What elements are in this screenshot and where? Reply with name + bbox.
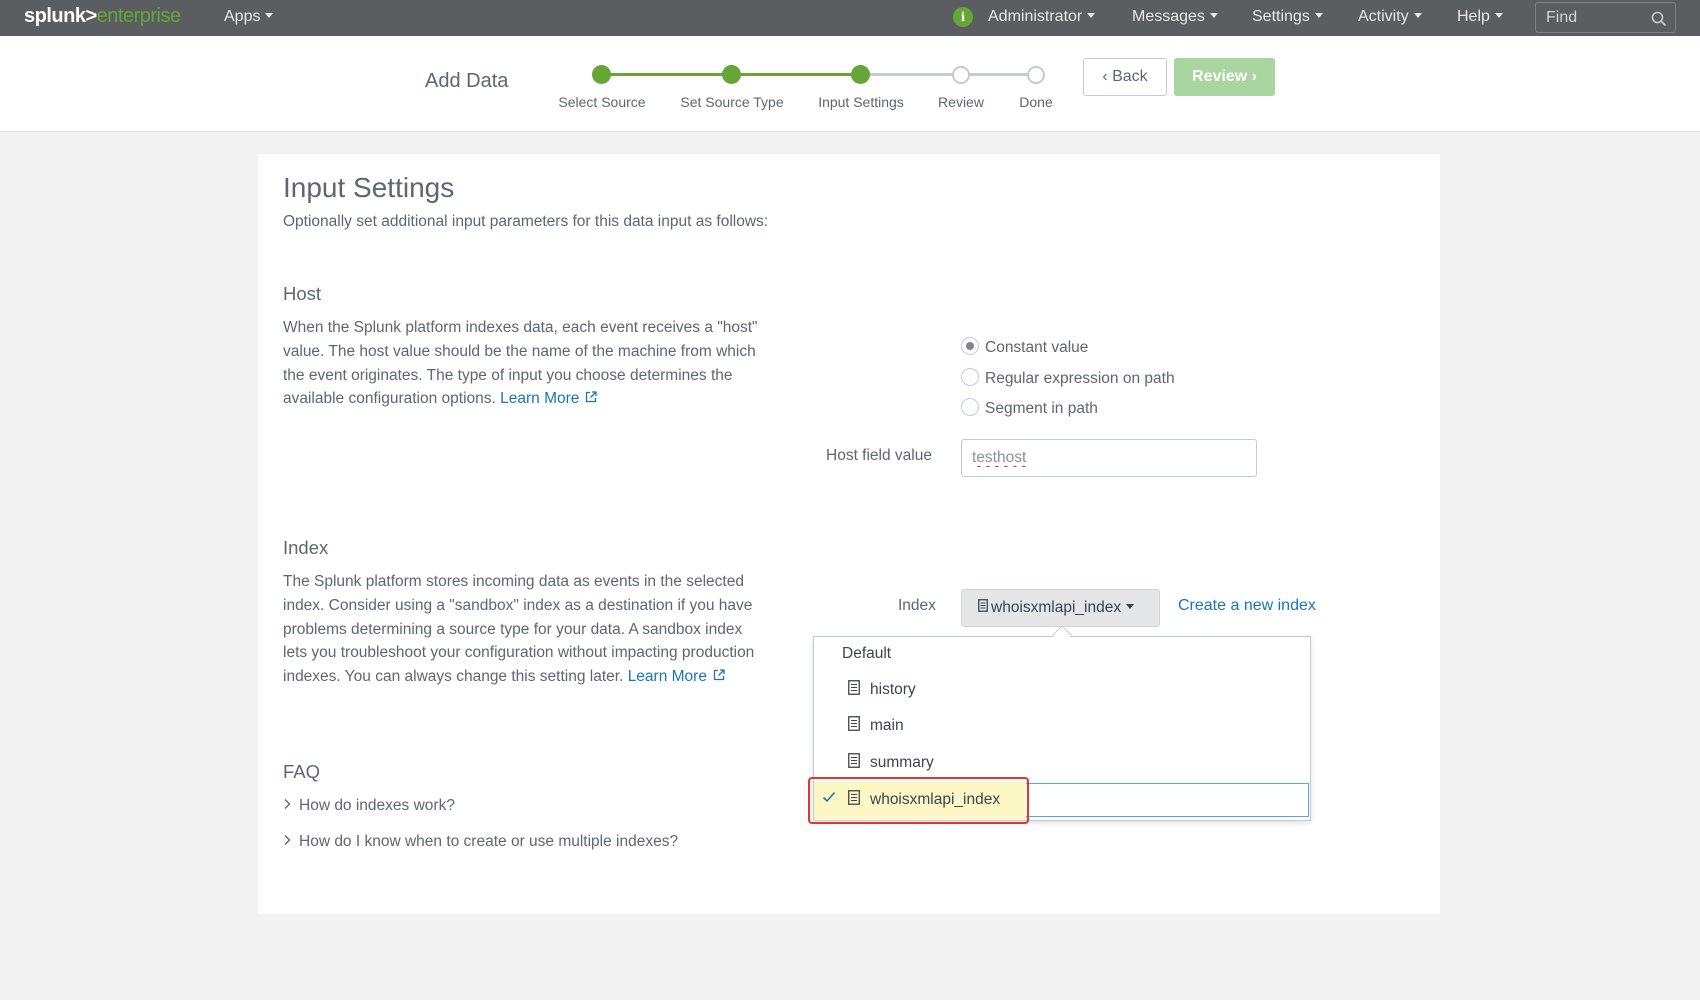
review-button-label: Review xyxy=(1192,68,1248,85)
faq-item-label: How do I know when to create or use mult… xyxy=(299,833,679,850)
activity-menu-label: Activity xyxy=(1358,8,1409,25)
wizard-title: Add Data xyxy=(425,70,509,92)
step-connector xyxy=(961,73,1036,76)
apps-menu-label: Apps xyxy=(224,8,261,25)
create-new-index-link[interactable]: Create a new index xyxy=(1178,597,1316,615)
step-label-set-source-type: Set Source Type xyxy=(680,94,784,110)
help-menu-label: Help xyxy=(1457,8,1490,25)
settings-menu[interactable]: Settings xyxy=(1252,8,1323,26)
chevron-down-icon xyxy=(1209,13,1218,19)
find-input[interactable]: Find xyxy=(1535,2,1676,33)
review-button[interactable]: Review › xyxy=(1174,58,1275,96)
radio-button-selected[interactable] xyxy=(961,337,979,355)
index-select-button[interactable]: whoisxmlapi_index xyxy=(961,589,1160,627)
host-field-input[interactable] xyxy=(961,439,1257,477)
step-dot-set-source-type xyxy=(722,65,741,84)
step-dot-input-settings xyxy=(851,65,870,84)
step-label-input-settings: Input Settings xyxy=(818,94,904,110)
index-icon xyxy=(848,753,860,769)
step-connector xyxy=(602,73,732,76)
step-label-select-source: Select Source xyxy=(558,94,646,110)
annotation-highlight-box xyxy=(808,777,1029,824)
index-learn-more-link[interactable]: Learn More xyxy=(628,668,725,685)
index-heading: Index xyxy=(283,537,329,558)
chevron-right-icon: › xyxy=(1247,68,1257,85)
splunk-logo[interactable]: splunk>enterprise xyxy=(24,5,181,28)
radio-regular-expression[interactable]: Regular expression on path xyxy=(961,368,1175,388)
radio-label: Regular expression on path xyxy=(985,370,1175,388)
step-connector xyxy=(861,73,961,76)
dropdown-item-label: history xyxy=(870,681,916,698)
index-description: The Splunk platform stores incoming data… xyxy=(283,570,763,689)
dropdown-item-history[interactable]: history xyxy=(848,680,916,699)
dropdown-item-label: main xyxy=(870,717,904,734)
dropdown-group-label: Default xyxy=(842,645,892,662)
radio-button[interactable] xyxy=(961,398,979,416)
step-label-review: Review xyxy=(938,94,984,110)
add-data-wizard-header: Add Data Select Source Set Source Type I… xyxy=(0,36,1700,132)
activity-menu[interactable]: Activity xyxy=(1358,8,1422,26)
chevron-down-icon xyxy=(265,13,274,19)
administrator-menu[interactable]: Administrator xyxy=(988,8,1096,26)
messages-menu-label: Messages xyxy=(1132,8,1205,25)
chevron-down-icon xyxy=(1126,604,1135,610)
radio-constant-value[interactable]: Constant value xyxy=(961,337,1089,357)
dropdown-item-main[interactable]: main xyxy=(848,716,904,735)
chevron-down-icon xyxy=(1494,13,1503,19)
chevron-down-icon xyxy=(1413,13,1422,19)
chevron-left-icon: ‹ xyxy=(1102,68,1113,85)
chevron-down-icon xyxy=(1314,13,1323,19)
logo-text-enterprise: enterprise xyxy=(96,5,181,27)
radio-label: Segment in path xyxy=(985,400,1098,418)
step-connector xyxy=(732,73,861,76)
chevron-down-icon xyxy=(1087,13,1096,19)
index-icon xyxy=(978,599,988,613)
chevron-right-icon xyxy=(284,798,291,809)
help-menu[interactable]: Help xyxy=(1457,8,1503,26)
dropdown-item-summary[interactable]: summary xyxy=(848,753,934,772)
host-learn-more-link[interactable]: Learn More xyxy=(500,390,598,408)
dropdown-item-label: summary xyxy=(870,754,934,771)
chevron-right-icon xyxy=(284,834,291,845)
host-description: When the Splunk platform indexes data, e… xyxy=(283,316,763,411)
radio-label: Constant value xyxy=(985,339,1089,357)
search-icon[interactable] xyxy=(1651,11,1667,27)
info-icon[interactable]: i xyxy=(953,7,973,27)
back-button[interactable]: ‹ Back xyxy=(1083,58,1167,96)
faq-heading: FAQ xyxy=(283,761,321,782)
find-placeholder: Find xyxy=(1546,9,1578,26)
page-title: Input Settings xyxy=(283,172,455,203)
step-dot-review xyxy=(952,66,970,84)
host-heading: Host xyxy=(283,283,322,304)
external-link-icon xyxy=(586,391,598,403)
administrator-menu-label: Administrator xyxy=(988,8,1083,25)
faq-item[interactable]: How do I know when to create or use mult… xyxy=(283,833,678,851)
index-icon xyxy=(848,680,860,696)
radio-segment-in-path[interactable]: Segment in path xyxy=(961,398,1098,418)
index-icon xyxy=(848,716,860,732)
page-subtitle: Optionally set additional input paramete… xyxy=(283,213,769,230)
logo-text-splunk: splunk> xyxy=(24,5,97,27)
faq-item-label: How do indexes work? xyxy=(299,797,455,814)
index-field-label: Index xyxy=(898,597,936,614)
index-select-value: whoisxmlapi_index xyxy=(991,599,1122,616)
apps-menu[interactable]: Apps xyxy=(224,8,274,26)
messages-menu[interactable]: Messages xyxy=(1132,8,1218,26)
host-field-label: Host field value xyxy=(826,447,932,464)
step-dot-done xyxy=(1027,66,1045,84)
back-button-label: Back xyxy=(1112,68,1148,85)
index-learn-more-label: Learn More xyxy=(627,668,707,686)
step-dot-select-source xyxy=(592,65,611,84)
radio-button[interactable] xyxy=(961,368,979,386)
step-label-done: Done xyxy=(1019,94,1053,110)
external-link-icon xyxy=(713,669,725,681)
faq-item[interactable]: How do indexes work? xyxy=(283,797,455,815)
settings-menu-label: Settings xyxy=(1252,8,1310,25)
host-learn-more-label: Learn More xyxy=(500,390,580,408)
top-navigation-bar: splunk>enterprise Apps i Administrator M… xyxy=(0,0,1700,36)
